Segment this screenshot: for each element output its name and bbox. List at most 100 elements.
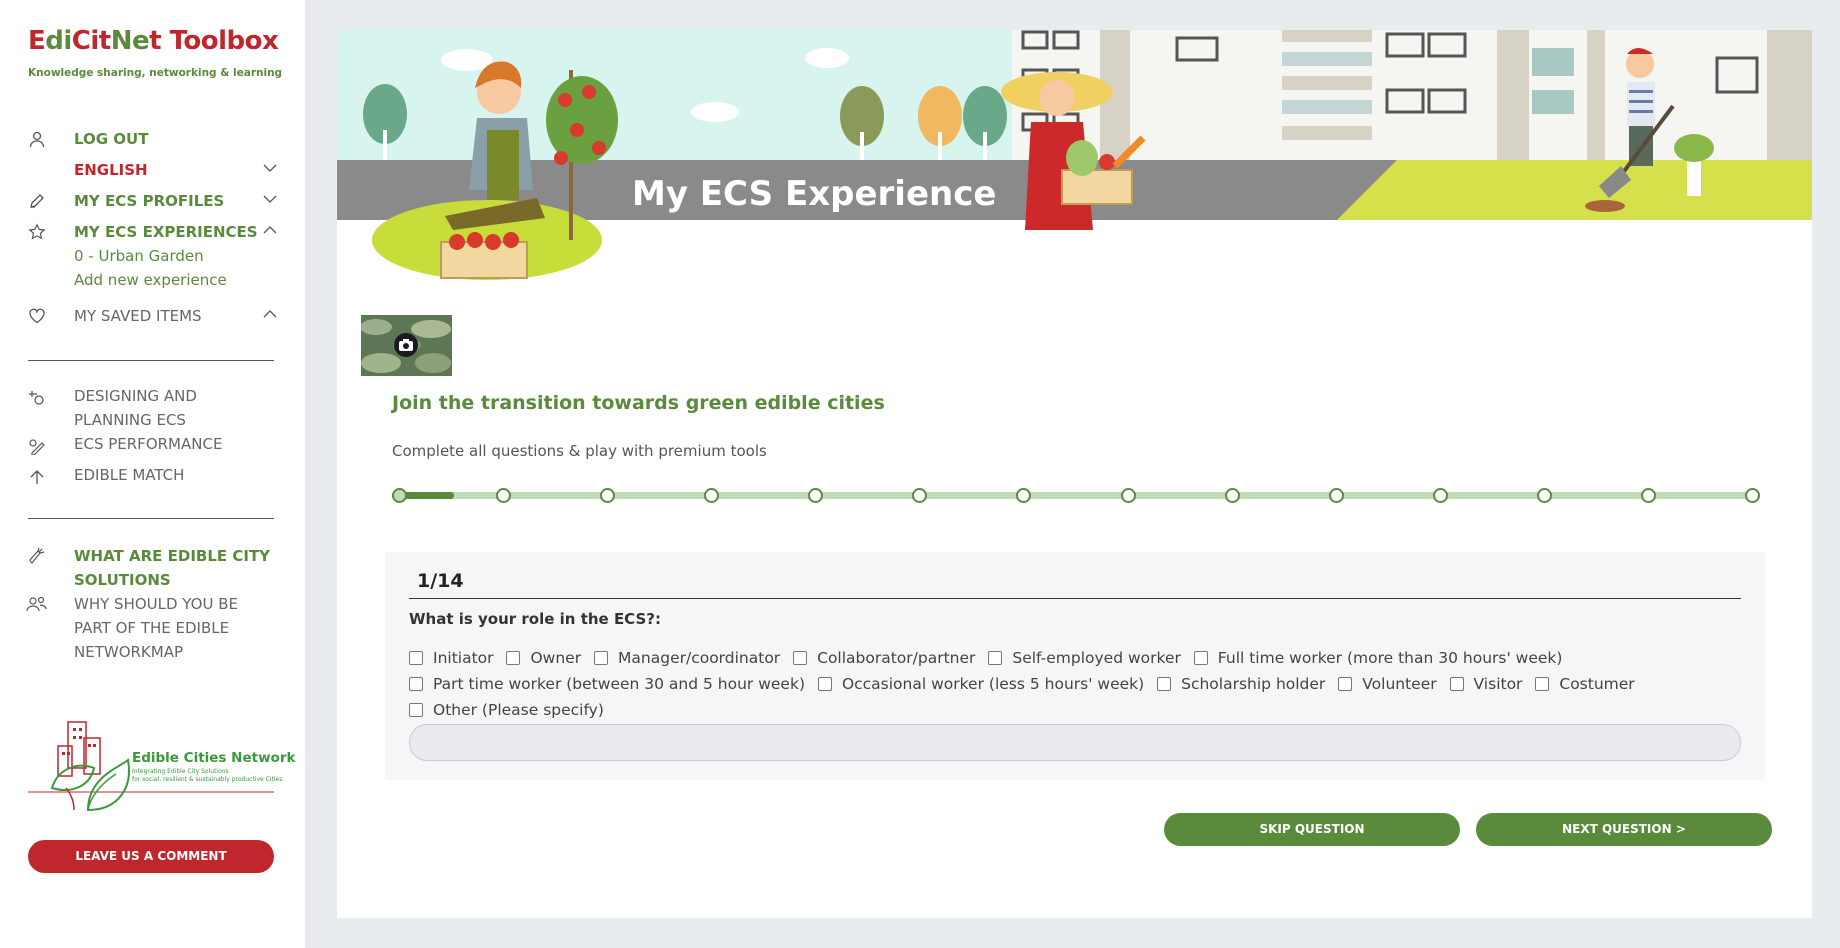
- question-text: What is your role in the ECS?:: [409, 610, 661, 628]
- next-question-button[interactable]: NEXT QUESTION >: [1476, 813, 1772, 846]
- option-label: Full time worker (more than 30 hours' we…: [1217, 649, 1563, 667]
- option-label: Manager/coordinator: [618, 649, 781, 667]
- section-subheading: Complete all questions & play with premi…: [392, 442, 767, 460]
- leave-comment-button[interactable]: LEAVE US A COMMENT: [28, 840, 274, 873]
- option-scholarship-holder[interactable]: Scholarship holder: [1157, 672, 1325, 696]
- option-owner[interactable]: Owner: [506, 646, 581, 670]
- logo-subtitle-2: for social, resilient & sustainably prod…: [132, 776, 283, 783]
- option-collaborator-partner[interactable]: Collaborator/partner: [793, 646, 975, 670]
- nav-my-ecs-profiles-label: MY ECS PROFILES: [74, 192, 225, 210]
- option-label: Scholarship holder: [1181, 675, 1326, 693]
- other-specify-input[interactable]: [409, 724, 1741, 761]
- progress-step-dot[interactable]: [1016, 488, 1032, 503]
- arrow-up-icon: [30, 470, 44, 484]
- option-label: Visitor: [1473, 675, 1523, 693]
- camera-icon: [394, 333, 418, 357]
- people-icon: [26, 596, 47, 612]
- main-panel: My ECS Experience Join the transition to…: [337, 30, 1812, 918]
- option-other[interactable]: Other (Please specify): [409, 698, 604, 722]
- option-occasional-worker[interactable]: Occasional worker (less 5 hours' week): [817, 672, 1145, 696]
- performance-tool-icon: [29, 439, 45, 455]
- question-progress-bar: [392, 486, 1760, 504]
- nav-what-are-ecs[interactable]: WHAT ARE EDIBLE CITY SOLUTIONS: [74, 544, 274, 592]
- experience-item-urban-garden[interactable]: 0 - Urban Garden: [74, 244, 204, 268]
- progress-step-dot[interactable]: [1224, 488, 1240, 503]
- carrot-icon: [29, 547, 45, 564]
- skip-question-button[interactable]: SKIP QUESTION: [1164, 813, 1460, 846]
- progress-step-dot[interactable]: [1432, 488, 1448, 503]
- progress-track: [392, 492, 1760, 499]
- banner: My ECS Experience: [337, 30, 1812, 288]
- nav-ecs-performance[interactable]: ECS PERFORMANCE: [74, 432, 274, 456]
- page-title: My ECS Experience: [632, 174, 997, 214]
- language-label: ENGLISH: [74, 161, 148, 179]
- add-new-experience-link[interactable]: Add new experience: [74, 268, 227, 292]
- edible-cities-network-logo[interactable]: Edible Cities Network Integrating Edible…: [28, 718, 295, 824]
- checkbox[interactable]: [594, 651, 609, 665]
- option-label: Self-employed worker: [1012, 649, 1181, 667]
- checkbox[interactable]: [1535, 677, 1550, 691]
- progress-step-dot[interactable]: [1328, 488, 1344, 503]
- option-label: Other (Please specify): [433, 701, 604, 719]
- checkbox[interactable]: [1157, 677, 1172, 691]
- banner-illustration: [337, 30, 1812, 288]
- nav-why-be-part[interactable]: WHY SHOULD YOU BE PART OF THE EDIBLE NET…: [74, 592, 274, 664]
- experience-photo[interactable]: [361, 315, 452, 376]
- logo-title: Edible Cities Network: [132, 750, 295, 766]
- progress-step-dot[interactable]: [496, 488, 512, 503]
- option-initiator[interactable]: Initiator: [409, 646, 494, 670]
- option-self-employed-worker[interactable]: Self-employed worker: [988, 646, 1181, 670]
- checkbox[interactable]: [988, 651, 1003, 665]
- brand-title-part: E: [28, 26, 46, 56]
- progress-step-dot[interactable]: [912, 488, 928, 503]
- logo-subtitle-1: Integrating Edible City Solutions: [132, 768, 229, 775]
- section-heading: Join the transition towards green edible…: [392, 392, 885, 414]
- progress-step-dot[interactable]: [1745, 488, 1760, 503]
- question-number: 1/14: [417, 570, 464, 592]
- option-costumer[interactable]: Costumer: [1535, 672, 1635, 696]
- brand-title-part: t: [149, 26, 162, 56]
- nav-edible-match[interactable]: EDIBLE MATCH: [74, 463, 274, 487]
- pencil-icon: [30, 194, 44, 208]
- checkbox[interactable]: [409, 651, 423, 665]
- checkbox[interactable]: [409, 677, 423, 691]
- option-label: Occasional worker (less 5 hours' week): [841, 675, 1145, 693]
- checkbox[interactable]: [506, 651, 521, 665]
- option-label: Part time worker (between 30 and 5 hour …: [433, 675, 805, 693]
- progress-step-dot[interactable]: [1536, 488, 1552, 503]
- progress-step-dot[interactable]: [600, 488, 616, 503]
- chevron-up-icon: [263, 226, 277, 234]
- option-visitor[interactable]: Visitor: [1449, 672, 1523, 696]
- user-icon: [29, 131, 45, 148]
- checkbox[interactable]: [793, 651, 808, 665]
- chevron-up-icon: [263, 310, 277, 318]
- brand-title-part: Ne: [110, 26, 150, 56]
- chevron-down-icon: [263, 164, 277, 172]
- sidebar: EdiCitNet Toolbox Knowledge sharing, net…: [0, 0, 305, 948]
- progress-step-dot[interactable]: [1120, 488, 1136, 503]
- option-part-time-worker[interactable]: Part time worker (between 30 and 5 hour …: [409, 672, 805, 696]
- option-label: Initiator: [433, 649, 494, 667]
- logo-title-text: Edible Cities Network: [132, 750, 296, 766]
- design-tool-icon: [29, 391, 44, 405]
- option-label: Volunteer: [1362, 675, 1437, 693]
- option-full-time-worker[interactable]: Full time worker (more than 30 hours' we…: [1193, 646, 1563, 670]
- checkbox[interactable]: [1193, 651, 1208, 665]
- nav-designing-planning-ecs[interactable]: DESIGNING AND PLANNING ECS: [74, 384, 274, 432]
- checkbox[interactable]: [1449, 677, 1464, 691]
- checkbox[interactable]: [409, 703, 423, 717]
- brand-title-part: di: [45, 26, 72, 56]
- progress-step-dot[interactable]: [704, 488, 720, 503]
- checkbox[interactable]: [1338, 677, 1353, 691]
- option-label: Collaborator/partner: [817, 649, 976, 667]
- option-label: Owner: [530, 649, 582, 667]
- progress-step-dot[interactable]: [392, 488, 407, 503]
- sidebar-divider: [28, 518, 274, 519]
- progress-step-dot[interactable]: [808, 488, 824, 503]
- option-volunteer[interactable]: Volunteer: [1338, 672, 1437, 696]
- brand-title-part: Cit: [71, 26, 111, 56]
- brand-title[interactable]: EdiCitNet Toolbox: [28, 26, 279, 56]
- progress-step-dot[interactable]: [1640, 488, 1656, 503]
- checkbox[interactable]: [817, 677, 832, 691]
- option-manager-coordinator[interactable]: Manager/coordinator: [594, 646, 780, 670]
